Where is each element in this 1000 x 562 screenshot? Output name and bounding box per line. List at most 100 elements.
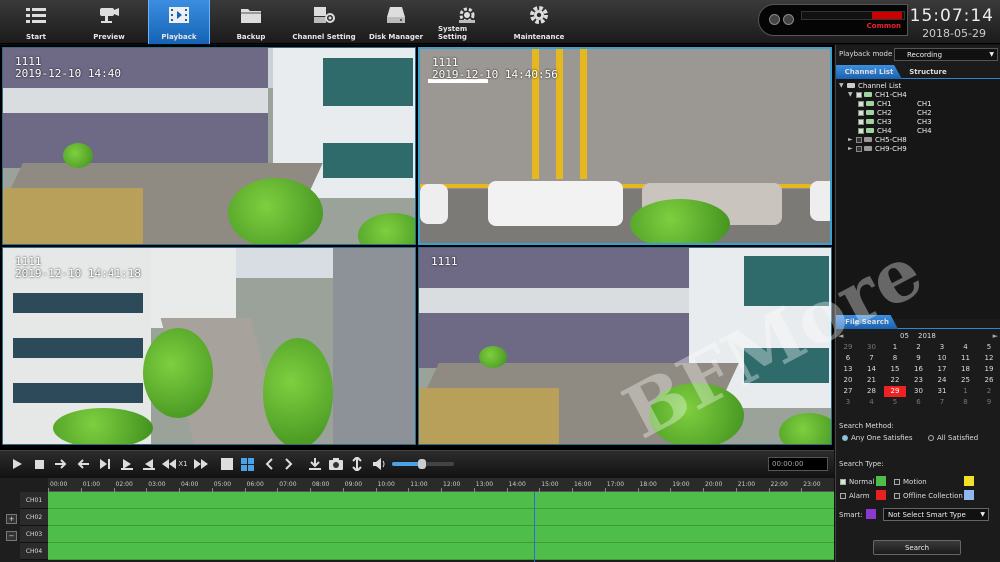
camera-view-3[interactable]: 1111 2019-12-10 14:41:18 xyxy=(2,247,416,445)
calendar-day[interactable]: 27 xyxy=(837,386,859,397)
tab-channel-list[interactable]: Channel List xyxy=(836,65,902,79)
calendar-day[interactable]: 22 xyxy=(884,375,906,386)
tree-group-ch5-ch8[interactable]: ► CH5-CH8 xyxy=(848,135,907,144)
calendar-day[interactable]: 25 xyxy=(955,375,977,386)
calendar-day[interactable]: 5 xyxy=(884,397,906,408)
channel-label[interactable]: CH04 xyxy=(20,543,48,560)
play-button[interactable] xyxy=(8,455,26,473)
next-frame-button[interactable] xyxy=(96,455,114,473)
volume-button[interactable] xyxy=(370,455,388,473)
camera-view-1[interactable]: 1111 2019-12-10 14:40 xyxy=(2,47,416,245)
calendar-day[interactable]: 7 xyxy=(861,353,883,364)
calendar-day[interactable]: 2 xyxy=(908,342,930,353)
timeline-cursor[interactable] xyxy=(534,492,536,562)
recording-bar[interactable] xyxy=(48,543,834,560)
calendar-day[interactable]: 13 xyxy=(837,364,859,375)
method-all-radio[interactable]: All Satisfied xyxy=(928,434,978,442)
nav-disk-manager[interactable]: Disk Manager xyxy=(368,0,424,44)
calendar-day[interactable]: 4 xyxy=(861,397,883,408)
calendar-day[interactable]: 6 xyxy=(837,353,859,364)
tree-root[interactable]: ▼ Channel List xyxy=(839,81,901,90)
type-offline-checkbox[interactable]: Offline Collection xyxy=(894,492,963,500)
download-button[interactable] xyxy=(306,455,324,473)
calendar-day[interactable]: 8 xyxy=(955,397,977,408)
channel-label[interactable]: CH03 xyxy=(20,526,48,543)
calendar-day[interactable]: 4 xyxy=(955,342,977,353)
camera-view-2[interactable]: 1111 2019-12-10 14:40:56 xyxy=(418,47,832,245)
calendar-day[interactable]: 3 xyxy=(931,342,953,353)
playback-mode-select[interactable]: Recording ▼ xyxy=(894,48,998,61)
recording-bar[interactable] xyxy=(48,492,834,509)
calendar-day[interactable]: 20 xyxy=(837,375,859,386)
type-alarm-checkbox[interactable]: Alarm xyxy=(840,492,870,500)
single-view-button[interactable] xyxy=(218,455,236,473)
volume-knob[interactable] xyxy=(417,459,426,469)
type-normal-checkbox[interactable]: Normal xyxy=(840,478,874,486)
channel-label[interactable]: CH02 xyxy=(20,509,48,526)
tree-channel[interactable]: CH1 CH1 xyxy=(858,99,932,108)
calendar-day[interactable]: 24 xyxy=(931,375,953,386)
calendar-day[interactable]: 6 xyxy=(908,397,930,408)
calendar-day[interactable]: 9 xyxy=(978,397,1000,408)
method-any-radio[interactable]: Any One Satisfies xyxy=(842,434,913,442)
calendar-day[interactable]: 18 xyxy=(955,364,977,375)
nav-preview[interactable]: Preview xyxy=(84,0,134,44)
nav-system-setting[interactable]: System Setting xyxy=(438,0,496,44)
prev-button[interactable] xyxy=(260,455,278,473)
tree-group-ch9-ch9[interactable]: ► CH9-CH9 xyxy=(848,144,907,153)
tree-channel[interactable]: CH2 CH2 xyxy=(858,108,932,117)
quad-view-button[interactable] xyxy=(238,455,256,473)
forward-button[interactable] xyxy=(52,455,70,473)
fast-forward-button[interactable] xyxy=(192,455,210,473)
calendar-day[interactable]: 7 xyxy=(931,397,953,408)
calendar-day[interactable]: 11 xyxy=(955,353,977,364)
calendar-day[interactable]: 10 xyxy=(931,353,953,364)
tab-file-search[interactable]: File Search xyxy=(836,315,898,329)
calendar-day[interactable]: 19 xyxy=(978,364,1000,375)
calendar-day[interactable]: 31 xyxy=(931,386,953,397)
snapshot-button[interactable] xyxy=(327,455,345,473)
nav-playback[interactable]: Playback xyxy=(148,0,210,44)
next-button[interactable] xyxy=(280,455,298,473)
nav-maintenance[interactable]: Maintenance xyxy=(512,0,566,44)
nav-channel-setting[interactable]: Channel Setting xyxy=(292,0,356,44)
calendar-day[interactable]: 28 xyxy=(861,386,883,397)
nav-backup[interactable]: Backup xyxy=(228,0,274,44)
search-button[interactable]: Search xyxy=(873,540,961,555)
tree-channel[interactable]: CH4 CH4 xyxy=(858,126,932,135)
calendar-next-button[interactable]: ► xyxy=(993,332,998,340)
calendar-day[interactable]: 30 xyxy=(908,386,930,397)
timeline[interactable]: 00:00 01:00 02:00 03:00 04:00 05:00 06:00 07:00… xyxy=(0,478,834,562)
stop-button[interactable] xyxy=(30,455,48,473)
recording-bar[interactable] xyxy=(48,526,834,543)
slow-forward-button[interactable] xyxy=(118,455,136,473)
calendar-day[interactable]: 26 xyxy=(978,375,1000,386)
slow-backward-button[interactable] xyxy=(140,455,158,473)
calendar-day[interactable]: 30 xyxy=(861,342,883,353)
camera-view-4[interactable]: 1111 xyxy=(418,247,832,445)
timeline-ruler[interactable]: 00:00 01:00 02:00 03:00 04:00 05:00 06:00 07:00… xyxy=(48,478,834,492)
calendar-day[interactable]: 1 xyxy=(884,342,906,353)
nav-start[interactable]: Start xyxy=(12,0,60,44)
calendar-day[interactable]: 9 xyxy=(908,353,930,364)
calendar-day[interactable]: 29 xyxy=(837,342,859,353)
calendar-day[interactable]: 14 xyxy=(861,364,883,375)
calendar-day[interactable]: 5 xyxy=(978,342,1000,353)
zoom-button[interactable] xyxy=(348,455,366,473)
timeline-zoom-out-button[interactable]: − xyxy=(6,531,17,541)
calendar-day[interactable]: 29 xyxy=(884,386,906,397)
calendar-day[interactable]: 15 xyxy=(884,364,906,375)
calendar-day[interactable]: 12 xyxy=(978,353,1000,364)
calendar-day[interactable]: 2 xyxy=(978,386,1000,397)
timeline-zoom-in-button[interactable]: + xyxy=(6,514,17,524)
calendar-day[interactable]: 21 xyxy=(861,375,883,386)
tree-channel[interactable]: CH3 CH3 xyxy=(858,117,932,126)
calendar-day[interactable]: 23 xyxy=(908,375,930,386)
calendar-prev-button[interactable]: ◄ xyxy=(838,332,843,340)
backward-button[interactable] xyxy=(74,455,92,473)
volume-slider[interactable] xyxy=(392,459,454,469)
tree-group-ch1-ch4[interactable]: ▼ CH1-CH4 xyxy=(848,90,907,99)
channel-label[interactable]: CH01 xyxy=(20,492,48,509)
recording-bar[interactable] xyxy=(48,509,834,526)
calendar-day[interactable]: 17 xyxy=(931,364,953,375)
